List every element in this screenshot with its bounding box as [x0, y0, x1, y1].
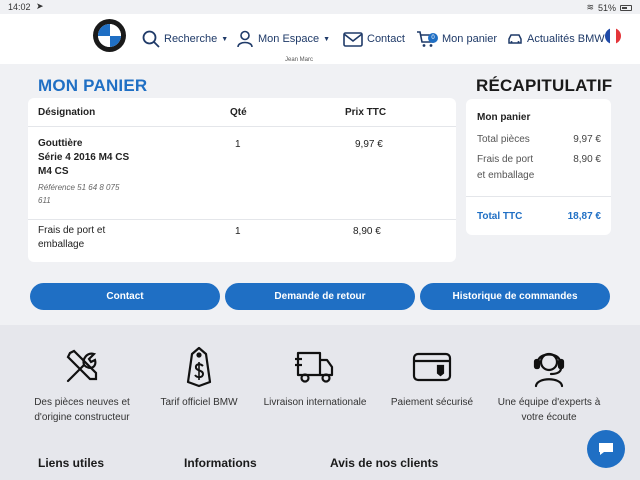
truck-icon — [255, 345, 375, 389]
recap-pieces-value: 9,97 € — [573, 134, 601, 145]
shipping-qty: 1 — [235, 226, 241, 237]
nav-actualites-bmw[interactable]: Actualités BMW — [507, 14, 605, 64]
recap-total-label: Total TTC — [477, 211, 523, 222]
recap-divider — [466, 196, 611, 197]
site-header: Recherche ▼ Mon Espace ▼ Jean Marc Conta… — [0, 14, 640, 64]
user-name: Jean Marc — [285, 57, 314, 63]
shipping-price: 8,90 € — [353, 226, 381, 237]
item-qty: 1 — [235, 139, 241, 150]
chat-bubble-icon — [599, 443, 613, 455]
table-divider — [28, 219, 456, 220]
feature-item: Livraison internationale — [255, 345, 375, 410]
user-icon — [236, 30, 254, 48]
headset-icon — [489, 345, 609, 389]
nav-recherche-label: Recherche — [164, 33, 218, 45]
cart-table: Désignation Qté Prix TTC Gouttière Série… — [28, 98, 456, 262]
col-qty: Qté — [230, 107, 247, 118]
battery-icon — [620, 4, 632, 11]
wifi-icon: ≋ — [586, 2, 594, 12]
footer-liens-utiles[interactable]: Liens utiles — [38, 456, 104, 470]
footer-informations[interactable]: Informations — [184, 456, 257, 470]
recap-frais-label-1: Frais de port — [477, 154, 534, 165]
feature-text-1: Des pièces neuves et — [34, 397, 130, 408]
nav-contact[interactable]: Contact — [343, 14, 405, 64]
nav-contact-label: Contact — [367, 33, 405, 45]
nav-mon-panier-label: Mon panier — [442, 33, 498, 45]
battery-percent: 51% — [597, 2, 616, 13]
search-icon — [142, 30, 160, 48]
item-variant: M4 CS — [38, 166, 69, 177]
recap-title: Mon panier — [477, 112, 531, 123]
feature-item: Des pièces neuves et d'origine construct… — [22, 345, 142, 425]
col-designation: Désignation — [38, 107, 96, 118]
footer-avis-clients[interactable]: Avis de nos clients — [330, 456, 438, 470]
item-reference: Référence 51 64 8 075 — [38, 183, 120, 192]
language-flag-fr[interactable] — [605, 28, 621, 44]
feature-text-1: Une équipe d'experts à — [497, 397, 601, 408]
chevron-down-icon: ▼ — [221, 35, 229, 43]
features-band: Des pièces neuves et d'origine construct… — [0, 325, 640, 480]
return-request-button[interactable]: Demande de retour — [225, 283, 415, 310]
item-name[interactable]: Gouttière — [38, 137, 129, 151]
recap-frais-value: 8,90 € — [573, 154, 601, 165]
recap-frais-label: Frais de port et emballage — [477, 152, 534, 184]
mail-icon — [343, 31, 363, 47]
item-reference-suffix: 611 — [38, 196, 51, 205]
bmw-logo[interactable] — [93, 19, 126, 52]
nav-actualites-label: Actualités BMW — [527, 33, 605, 45]
shipping-label-2: emballage — [38, 239, 85, 250]
price-tag-icon — [139, 345, 259, 389]
recap-pieces-label: Total pièces — [477, 134, 530, 145]
cart-heading: MON PANIER — [38, 76, 148, 95]
table-divider — [28, 126, 456, 127]
feature-text-2: d'origine constructeur — [34, 412, 130, 423]
tools-icon — [22, 345, 142, 389]
nav-mon-espace[interactable]: Mon Espace ▼ — [236, 14, 330, 64]
nav-mon-panier[interactable]: 0 Mon panier — [416, 14, 497, 64]
status-right: ≋ 51% — [586, 2, 632, 13]
location-arrow-icon: ➤ — [36, 1, 44, 11]
contact-button[interactable]: Contact — [30, 283, 220, 310]
nav-mon-espace-label: Mon Espace — [258, 33, 320, 45]
feature-item: Une équipe d'experts à votre écoute — [489, 345, 609, 425]
item-model: Série 4 2016 M4 CS — [38, 152, 130, 163]
recap-heading: RÉCAPITULATIF — [476, 76, 613, 95]
bmw-logo-roundel — [98, 24, 121, 47]
shipping-label-1: Frais de port et — [38, 225, 106, 236]
cart-count-badge: 0 — [428, 33, 438, 43]
nav-recherche[interactable]: Recherche ▼ — [142, 14, 228, 64]
car-icon — [507, 33, 523, 45]
feature-text-2: votre écoute — [521, 412, 577, 423]
chat-button[interactable] — [587, 430, 625, 468]
feature-item: Paiement sécurisé — [372, 345, 492, 410]
recap-total-value: 18,87 € — [567, 211, 601, 222]
chevron-down-icon: ▼ — [323, 35, 331, 43]
feature-item: Tarif officiel BMW — [139, 345, 259, 410]
feature-text-1: Tarif officiel BMW — [160, 397, 238, 408]
card-icon — [372, 345, 492, 389]
order-history-button[interactable]: Historique de commandes — [420, 283, 610, 310]
recap-card: Mon panier Total pièces 9,97 € Frais de … — [466, 99, 611, 235]
item-price: 9,97 € — [355, 139, 383, 150]
recap-frais-label-2: et emballage — [477, 170, 535, 181]
feature-text-1: Livraison internationale — [263, 397, 367, 408]
feature-text-1: Paiement sécurisé — [390, 397, 474, 408]
col-price: Prix TTC — [345, 107, 387, 118]
status-bar: 14:02 ➤ ≋ 51% — [0, 0, 640, 14]
status-time: 14:02 — [8, 2, 31, 12]
